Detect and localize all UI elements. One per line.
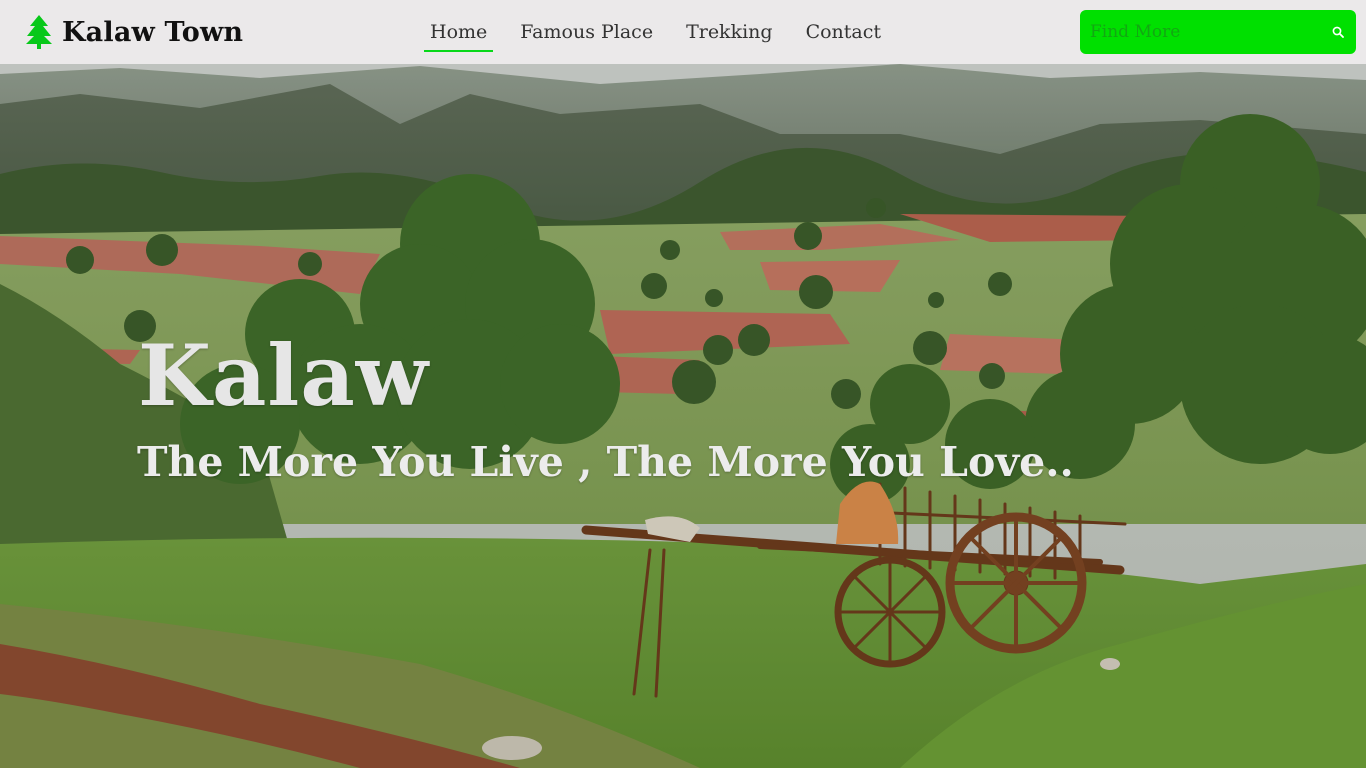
search-button[interactable] [1320, 10, 1356, 54]
nav-item-trekking[interactable]: Trekking [686, 0, 773, 64]
hero-title: Kalaw [138, 326, 430, 425]
tree-icon [26, 15, 52, 49]
brand-logo[interactable]: Kalaw Town [26, 12, 243, 52]
main-nav: Home Famous Place Trekking Contact [423, 0, 914, 64]
search-input[interactable] [1080, 10, 1320, 54]
search-box [1080, 10, 1356, 54]
hero-banner: Kalaw The More You Live , The More You L… [0, 64, 1366, 768]
nav-item-contact[interactable]: Contact [806, 0, 881, 64]
brand-name: Kalaw Town [62, 16, 244, 48]
nav-item-home[interactable]: Home [423, 0, 494, 64]
site-header: Kalaw Town Home Famous Place Trekking Co… [0, 0, 1366, 64]
nav-item-famous-place[interactable]: Famous Place [520, 0, 653, 64]
search-icon [1332, 26, 1344, 38]
hero-tagline: The More You Live , The More You Love.. [137, 438, 1074, 486]
